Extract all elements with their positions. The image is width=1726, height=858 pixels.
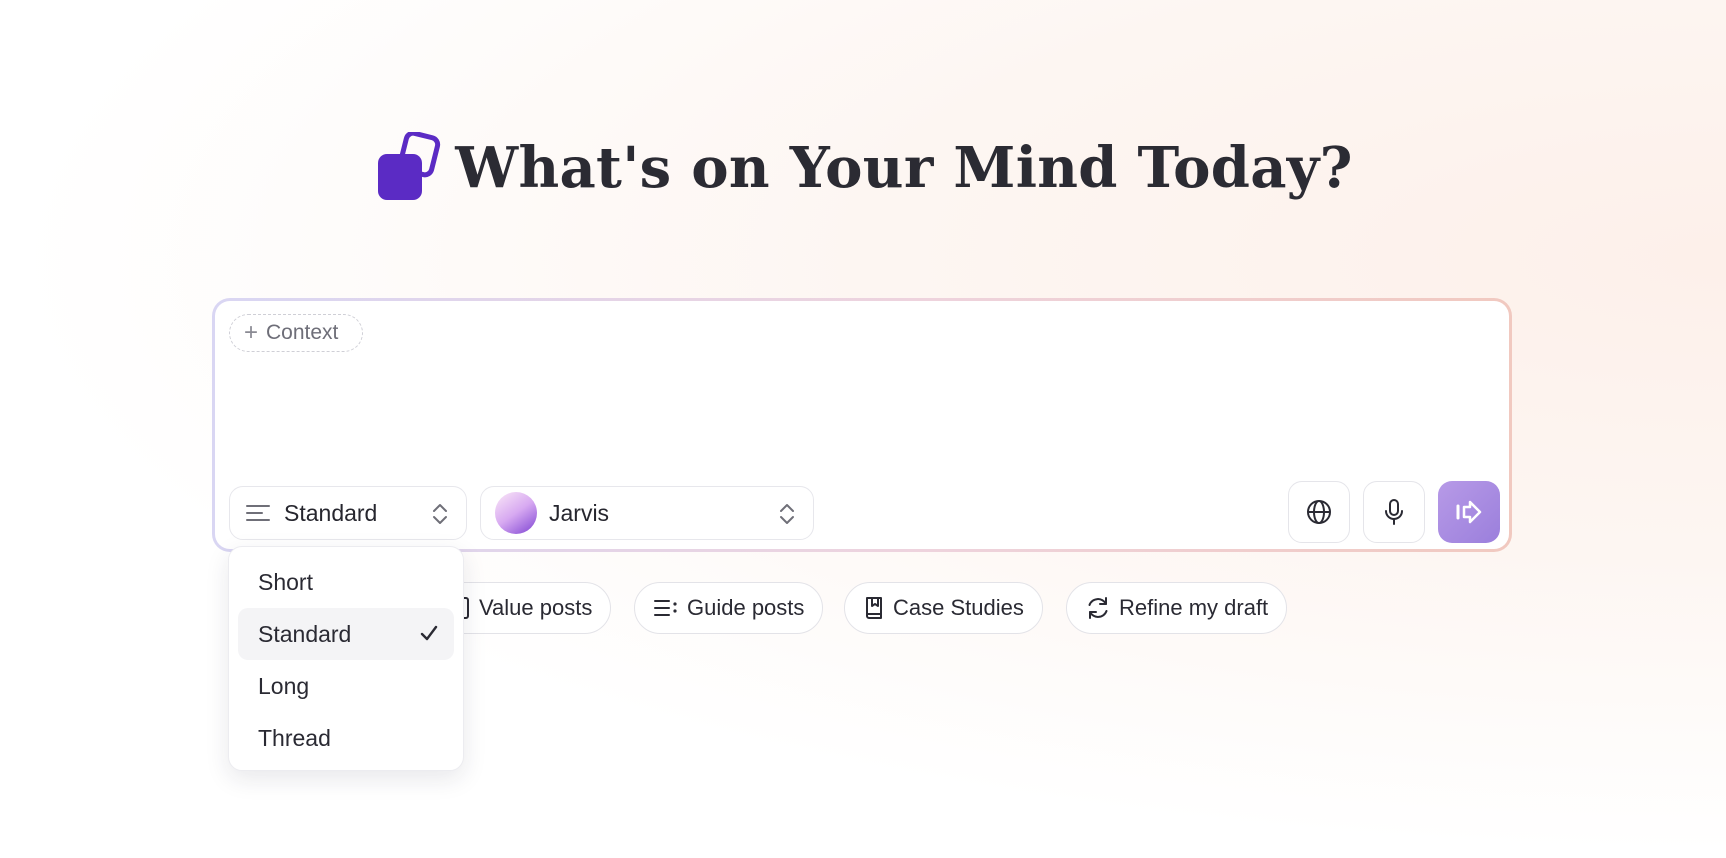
suggestion-chip-refine-draft[interactable]: Refine my draft (1066, 582, 1288, 634)
option-label: Long (258, 672, 310, 699)
length-select[interactable]: Standard (229, 486, 467, 540)
microphone-icon (1385, 499, 1403, 525)
persona-select[interactable]: Jarvis (480, 486, 814, 540)
refresh-icon (1088, 597, 1108, 619)
persona-avatar (495, 492, 537, 534)
checkmark-icon (420, 625, 438, 641)
chevron-up-down-icon (780, 504, 794, 524)
suggestion-label: Value posts (479, 595, 593, 620)
length-option-short[interactable]: Short (238, 556, 454, 608)
list-icon (654, 600, 677, 616)
length-option-thread[interactable]: Thread (238, 712, 454, 764)
bookmark-book-icon (866, 597, 882, 619)
suggestion-chip-case-studies[interactable]: Case Studies (844, 582, 1043, 634)
plus-icon: + (244, 319, 259, 346)
suggestion-label: Case Studies (893, 595, 1024, 620)
option-label: Short (258, 568, 313, 595)
persona-select-value: Jarvis (549, 499, 610, 526)
length-select-value: Standard (284, 499, 378, 526)
add-context-button[interactable]: + Context (229, 314, 363, 352)
app-logo-icon (378, 132, 441, 200)
suggestion-label: Guide posts (687, 595, 805, 620)
web-search-button[interactable] (1288, 481, 1350, 543)
text-align-icon (246, 505, 270, 521)
prompt-composer: + Context Standard Jarvis (212, 298, 1512, 552)
option-label: Thread (258, 724, 331, 751)
option-label: Standard (258, 620, 352, 647)
suggestion-chip-guide-posts[interactable]: Guide posts (634, 582, 824, 634)
chevron-up-down-icon (433, 504, 447, 524)
arrow-right-icon (1456, 500, 1482, 524)
suggestion-label: Refine my draft (1119, 595, 1269, 620)
length-dropdown-menu: Short Standard Long Thread (228, 546, 464, 771)
add-context-label: Context (266, 321, 339, 344)
page-title: What's on Your Mind Today? (455, 135, 1353, 201)
page-heading: What's on Your Mind Today? (0, 132, 1726, 204)
length-option-standard[interactable]: Standard (238, 608, 454, 660)
length-option-long[interactable]: Long (238, 660, 454, 712)
prompt-input-area[interactable]: + Context Standard Jarvis (215, 301, 1509, 549)
globe-icon (1307, 500, 1331, 524)
send-button[interactable] (1438, 481, 1500, 543)
voice-input-button[interactable] (1363, 481, 1425, 543)
